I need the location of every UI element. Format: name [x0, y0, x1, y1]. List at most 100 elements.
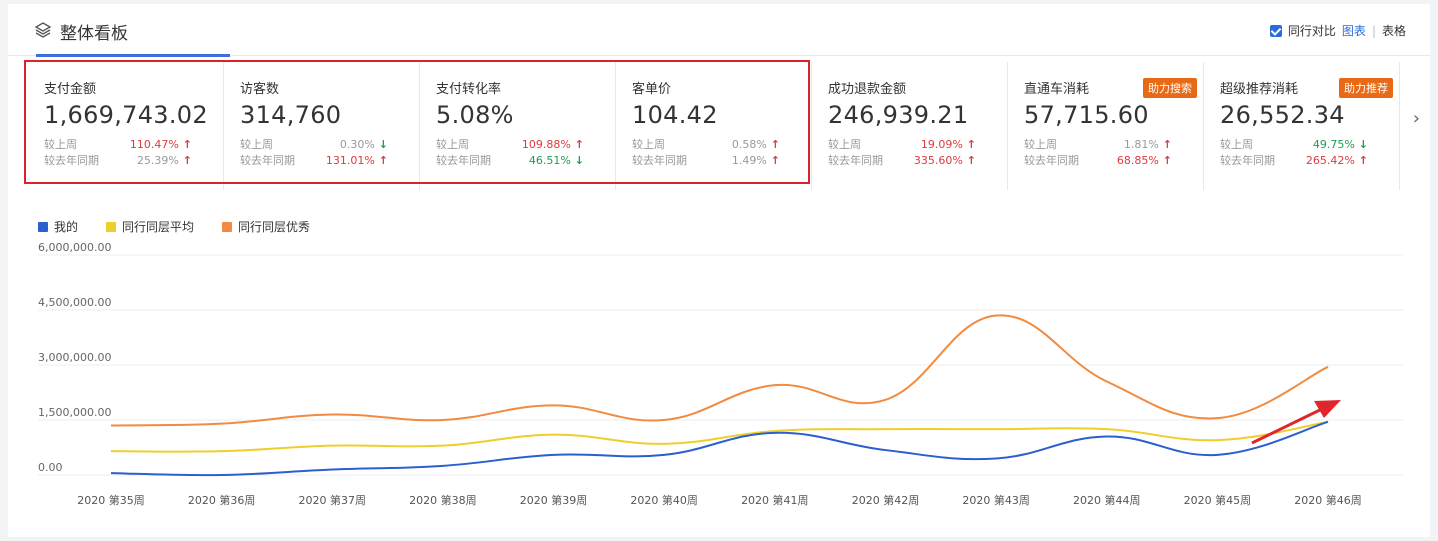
legend-item[interactable]: 同行同层平均: [106, 218, 194, 235]
yoy-change: 1.49% ↑: [732, 153, 780, 169]
wow-row: 较上周 19.09% ↑: [828, 137, 976, 153]
wow-change: 19.09% ↑: [921, 137, 976, 153]
y-tick-label: 1,500,000.00: [38, 406, 111, 419]
yoy-change: 131.01% ↑: [326, 153, 388, 169]
yoy-value: 131.01%: [325, 154, 375, 167]
arrow-up-icon: ↑: [574, 138, 584, 151]
wow-change: 110.47% ↑: [130, 137, 192, 153]
metric-comparison: 较上周 0.30% ↓ 较去年同期 131.01% ↑: [240, 137, 419, 169]
yoy-row: 较去年同期 46.51% ↓: [436, 153, 584, 169]
yoy-row: 较去年同期 1.49% ↑: [632, 153, 780, 169]
yoy-row: 较去年同期 335.60% ↑: [828, 153, 976, 169]
series-line[interactable]: [110, 420, 1329, 453]
metric-comparison: 较上周 0.58% ↑ 较去年同期 1.49% ↑: [632, 137, 811, 169]
dashboard-panel: 整体看板 同行对比 图表 | 表格 支付金额 1,669,743.02 较上周 …: [8, 4, 1430, 537]
metric-value: 1,669,743.02: [44, 101, 208, 129]
metric-value: 246,939.21: [828, 101, 969, 129]
chart-legend: 我的 同行同层平均 同行同层优秀: [38, 218, 310, 235]
view-table-link[interactable]: 表格: [1382, 22, 1406, 39]
metric-value: 104.42: [632, 101, 718, 129]
yoy-row: 较去年同期 265.42% ↑: [1220, 153, 1368, 169]
wow-row: 较上周 0.58% ↑: [632, 137, 780, 153]
yoy-change: 265.42% ↑: [1306, 153, 1368, 169]
metric-card[interactable]: 支付转化率 5.08% 较上周 109.88% ↑ 较去年同期 46.51% ↓: [420, 62, 616, 190]
arrow-up-icon: ↑: [966, 138, 976, 151]
panel-header: 整体看板 同行对比 图表 | 表格: [8, 4, 1430, 57]
legend-item[interactable]: 同行同层优秀: [222, 218, 310, 235]
metric-card[interactable]: 成功退款金额 246,939.21 较上周 19.09% ↑ 较去年同期 335…: [812, 62, 1008, 190]
x-tick-label: 2020 第38周: [409, 493, 477, 507]
compare-checkbox[interactable]: [1269, 24, 1282, 37]
wow-label: 较上周: [1220, 138, 1253, 151]
metric-card[interactable]: 客单价 104.42 较上周 0.58% ↑ 较去年同期 1.49% ↑: [616, 62, 812, 190]
wow-row: 较上周 49.75% ↓: [1220, 137, 1368, 153]
series-line[interactable]: [110, 314, 1329, 427]
x-tick-label: 2020 第36周: [188, 493, 256, 507]
arrow-down-icon: ↓: [1358, 138, 1368, 151]
legend-label: 同行同层优秀: [238, 220, 311, 234]
x-tick-label: 2020 第40周: [630, 493, 698, 507]
legend-item[interactable]: 我的: [38, 218, 78, 235]
yoy-label: 较去年同期: [240, 154, 295, 167]
legend-label: 我的: [54, 220, 79, 234]
metric-comparison: 较上周 109.88% ↑ 较去年同期 46.51% ↓: [436, 137, 615, 169]
arrow-up-icon: ↑: [770, 138, 780, 151]
page-title: 整体看板: [60, 24, 128, 44]
wow-change: 109.88% ↑: [522, 137, 584, 153]
yoy-change: 25.39% ↑: [137, 153, 192, 169]
y-tick-label: 0.00: [38, 461, 63, 474]
compare-label: 同行对比: [1287, 24, 1336, 38]
legend-swatch: [222, 221, 233, 232]
wow-change: 1.81% ↑: [1124, 137, 1172, 153]
chevron-right-icon[interactable]: ›: [1413, 108, 1420, 129]
wow-row: 较上周 0.30% ↓: [240, 137, 388, 153]
view-separator: |: [1371, 23, 1376, 38]
yoy-value: 46.51%: [528, 154, 571, 167]
x-tick-label: 2020 第39周: [520, 493, 588, 507]
yoy-value: 1.49%: [731, 154, 767, 167]
metric-comparison: 较上周 49.75% ↓ 较去年同期 265.42% ↑: [1220, 137, 1399, 169]
title-underline: [36, 54, 230, 57]
legend-swatch: [38, 221, 48, 232]
wow-value: 110.47%: [129, 138, 179, 151]
x-tick-label: 2020 第37周: [299, 493, 367, 507]
metric-card[interactable]: 访客数 314,760 较上周 0.30% ↓ 较去年同期 131.01% ↑: [224, 62, 420, 190]
metric-label: 访客数: [240, 82, 280, 97]
wow-value: 0.58%: [731, 138, 767, 151]
arrow-up-icon: ↑: [1358, 154, 1368, 167]
wow-change: 0.30% ↓: [340, 137, 388, 153]
wow-value: 49.75%: [1312, 138, 1355, 151]
metric-label: 成功退款金额: [828, 82, 907, 97]
wow-row: 较上周 110.47% ↑: [44, 137, 192, 153]
wow-change: 0.58% ↑: [732, 137, 780, 153]
annotation-arrow-head: [1314, 400, 1341, 418]
metric-cards: 支付金额 1,669,743.02 较上周 110.47% ↑ 较去年同期 25…: [28, 62, 1404, 190]
trend-chart: 6,000,000.00 4,500,000.00 3,000,000.00 1,50…: [38, 241, 1403, 507]
boost-badge[interactable]: 助力搜索: [1143, 78, 1197, 98]
boost-badge[interactable]: 助力推荐: [1339, 78, 1393, 98]
metric-comparison: 较上周 19.09% ↑ 较去年同期 335.60% ↑: [828, 137, 1007, 169]
metric-comparison: 较上周 110.47% ↑ 较去年同期 25.39% ↑: [44, 137, 223, 169]
wow-label: 较上周: [828, 138, 861, 151]
x-tick-label: 2020 第35周: [77, 493, 145, 507]
y-tick-label: 3,000,000.00: [38, 351, 111, 364]
x-tick-label: 2020 第46周: [1294, 493, 1362, 507]
wow-label: 较上周: [436, 138, 469, 151]
view-chart-link[interactable]: 图表: [1342, 22, 1366, 39]
wow-label: 较上周: [632, 138, 665, 151]
yoy-value: 335.60%: [913, 154, 963, 167]
metric-card[interactable]: 直通车消耗 57,715.60 助力搜索 较上周 1.81% ↑ 较去年同期 6…: [1008, 62, 1204, 190]
layers-icon: [34, 22, 52, 38]
metric-card[interactable]: 超级推荐消耗 26,552.34 助力推荐 较上周 49.75% ↓ 较去年同期…: [1204, 62, 1400, 190]
metric-card[interactable]: 支付金额 1,669,743.02 较上周 110.47% ↑ 较去年同期 25…: [28, 62, 224, 190]
metric-value: 5.08%: [436, 101, 514, 129]
metric-comparison: 较上周 1.81% ↑ 较去年同期 68.85% ↑: [1024, 137, 1203, 169]
yoy-label: 较去年同期: [828, 154, 883, 167]
wow-value: 109.88%: [521, 138, 571, 151]
x-tick-label: 2020 第41周: [741, 493, 809, 507]
legend-swatch: [106, 221, 117, 232]
arrow-up-icon: ↑: [1162, 154, 1172, 167]
yoy-value: 25.39%: [136, 154, 179, 167]
series-line[interactable]: [110, 420, 1329, 477]
x-tick-label: 2020 第44周: [1073, 493, 1141, 507]
